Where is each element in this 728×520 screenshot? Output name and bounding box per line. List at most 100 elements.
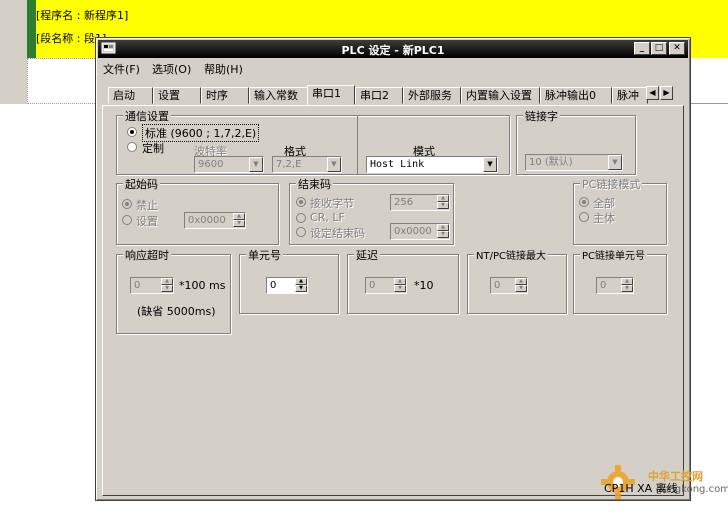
pc-link-unit-group: PC链接单元号 0 ▲ ▼ (573, 247, 667, 314)
tab-scroll-left-icon[interactable]: ◀ (646, 86, 659, 100)
pc-link-master-radio[interactable] (579, 212, 589, 222)
start-code-disable-radio[interactable] (122, 199, 132, 209)
tab-pulse-output-0[interactable]: 脉冲输出0 (540, 87, 612, 104)
link-word-group: 链接字 10 (默认) ▼ (516, 108, 636, 175)
pc-link-mode-label: PC链接模式 (580, 176, 643, 192)
end-code-value: 0x0000 (394, 226, 432, 237)
chevron-down-icon: ▼ (483, 157, 497, 172)
status-bar-text: CP1H XA 离线 (604, 482, 678, 495)
chevron-down-icon: ▼ (249, 157, 263, 172)
receive-bytes-value: 256 (394, 197, 414, 208)
menu-help[interactable]: 帮助(H) (204, 61, 243, 77)
custom-option-label[interactable]: 定制 (142, 140, 164, 156)
menu-options[interactable]: 选项(O) (152, 61, 191, 77)
unit-number-spinbox[interactable]: 0 ▲ ▼ (266, 277, 308, 294)
close-button[interactable]: ✕ (669, 42, 685, 55)
spinner-icon: ▲ ▼ (161, 278, 173, 293)
crlf-radio[interactable] (296, 213, 306, 223)
tab-serial-port-2[interactable]: 串口2 (355, 87, 403, 104)
menu-file[interactable]: 文件(F) (103, 61, 140, 77)
pc-link-unit-spinbox[interactable]: 0 ▲ ▼ (596, 277, 634, 294)
tab-scroll-right-icon[interactable]: ▶ (660, 86, 673, 100)
unit-number-label: 单元号 (246, 247, 283, 263)
tab-builtin-input[interactable]: 内置输入设置 (461, 87, 540, 104)
end-code-spinbox[interactable]: 0x0000 ▲ ▼ (390, 223, 450, 240)
rung-line (690, 103, 728, 104)
link-word-value: 10 (默认) (529, 157, 573, 168)
baud-rate-value: 9600 (198, 159, 224, 170)
receive-bytes-radio[interactable] (296, 197, 306, 207)
tab-timing[interactable]: 时序 (201, 87, 249, 104)
delay-group: 延迟 0 ▲ ▼ *10 (347, 247, 459, 314)
window-title: PLC 设定 - 新PLC1 (341, 44, 445, 57)
mode-value: Host Link (370, 159, 425, 170)
tab-external-service[interactable]: 外部服务 (403, 87, 461, 104)
spinner-icon: ▲ ▼ (621, 278, 633, 293)
nt-pc-link-max-group: NT/PC链接最大 0 ▲ ▼ (467, 247, 567, 314)
plc-settings-window: PLC 设定 - 新PLC1 _ □ ✕ 文件(F) 选项(O) 帮助(H) 启… (95, 37, 691, 501)
spinner-icon: ▲ ▼ (295, 278, 307, 293)
tab-pulse-truncated[interactable]: 脉冲 (612, 87, 648, 104)
pc-link-unit-value: 0 (600, 280, 607, 291)
tab-startup[interactable]: 启动 (108, 87, 153, 104)
link-word-select[interactable]: 10 (默认) ▼ (525, 154, 623, 171)
crlf-label: CR, LF (310, 211, 345, 224)
nt-pc-link-max-label: NT/PC链接最大 (474, 247, 548, 262)
serial-port-1-panel: 通信设置 标准 (9600 ; 1,7,2,E) 定制 波特率 9600 ▼ 格… (102, 105, 684, 496)
rung-marker (27, 0, 36, 58)
link-word-label: 链接字 (523, 108, 560, 124)
spinner-icon: ▲ ▼ (437, 224, 449, 239)
format-select[interactable]: 7,2,E ▼ (272, 156, 342, 173)
tab-input-constants[interactable]: 输入常数 (249, 87, 308, 104)
unit-number-value: 0 (270, 280, 277, 291)
receive-bytes-label: 接收字节 (310, 197, 354, 210)
unit-number-group: 单元号 0 ▲ ▼ (239, 247, 339, 314)
spinner-icon: ▲ ▼ (233, 213, 245, 228)
pc-link-all-radio[interactable] (579, 197, 589, 207)
response-timeout-spinbox[interactable]: 0 ▲ ▼ (130, 277, 174, 294)
standard-radio[interactable] (127, 127, 137, 137)
nt-pc-link-max-spinbox[interactable]: 0 ▲ ▼ (490, 277, 528, 294)
pc-link-unit-label: PC链接单元号 (580, 247, 648, 262)
baud-rate-select[interactable]: 9600 ▼ (194, 156, 264, 173)
pc-link-mode-group: PC链接模式 全部 主体 (573, 176, 667, 245)
comm-settings-group: 通信设置 标准 (9600 ; 1,7,2,E) 定制 波特率 9600 ▼ 格… (116, 108, 510, 175)
minimize-button[interactable]: _ (634, 42, 650, 55)
response-timeout-unit: *100 ms (179, 279, 226, 292)
tab-settings[interactable]: 设置 (153, 87, 201, 104)
delay-spinbox[interactable]: 0 ▲ ▼ (365, 277, 407, 294)
set-end-code-radio[interactable] (296, 227, 306, 237)
tab-serial-port-1[interactable]: 串口1 (307, 85, 355, 105)
start-code-label: 起始码 (123, 176, 160, 192)
nt-pc-link-max-value: 0 (494, 280, 501, 291)
start-code-spinbox[interactable]: 0x0000 ▲ ▼ (184, 212, 246, 229)
set-end-code-label: 设定结束码 (310, 227, 365, 240)
start-code-disable-label: 禁止 (136, 199, 158, 212)
spinner-icon: ▲ ▼ (394, 278, 406, 293)
format-value: 7,2,E (276, 159, 302, 170)
chevron-down-icon: ▼ (608, 155, 622, 170)
custom-radio[interactable] (127, 142, 137, 152)
end-code-group: 结束码 接收字节 256 ▲ ▼ CR, LF 设定结束码 0x0000 ▲ ▼ (289, 176, 454, 245)
pc-link-all-label: 全部 (593, 197, 615, 210)
maximize-button[interactable]: □ (651, 42, 667, 55)
editor-left-margin (0, 0, 27, 104)
receive-bytes-spinbox[interactable]: 256 ▲ ▼ (390, 194, 450, 211)
end-code-label: 结束码 (296, 176, 333, 192)
start-code-value: 0x0000 (188, 215, 226, 226)
pc-link-master-label: 主体 (593, 212, 615, 225)
response-timeout-label: 响应超时 (123, 247, 171, 263)
spinner-icon: ▲ ▼ (437, 195, 449, 210)
delay-label: 延迟 (354, 247, 380, 263)
response-timeout-value: 0 (134, 280, 141, 291)
response-timeout-group: 响应超时 0 ▲ ▼ *100 ms (缺省 5000ms) (116, 247, 231, 334)
title-bar[interactable]: PLC 设定 - 新PLC1 _ □ ✕ (98, 40, 688, 58)
start-code-set-label: 设置 (136, 215, 158, 228)
delay-unit: *10 (414, 279, 434, 292)
mode-select[interactable]: Host Link ▼ (366, 156, 498, 173)
start-code-set-radio[interactable] (122, 215, 132, 225)
menu-bar: 文件(F) 选项(O) 帮助(H) (98, 59, 688, 77)
program-name-line: [程序名 : 新程序1] (36, 9, 129, 22)
delay-value: 0 (369, 280, 376, 291)
chevron-down-icon: ▼ (327, 157, 341, 172)
